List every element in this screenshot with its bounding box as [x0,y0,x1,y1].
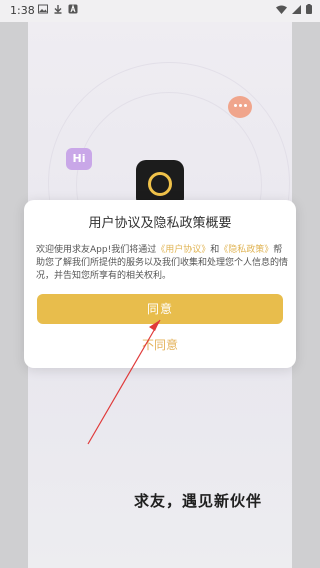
signal-icon [292,4,301,14]
status-icons-left [38,4,78,14]
logo-face-icon [148,172,172,196]
a-icon [68,4,78,14]
dialog-text: 欢迎使用求友App!我们将通过《用户协议》和《隐私政策》帮助您了解我们所提供的服… [36,244,288,283]
privacy-policy-link[interactable]: 《隐私政策》 [219,245,273,255]
wifi-icon [276,5,287,14]
privacy-dialog: 用户协议及隐私政策概要 欢迎使用求友App!我们将通过《用户协议》和《隐私政策》… [24,200,296,368]
chat-bubble-icon [228,96,252,118]
status-time: 1:38 [10,4,35,17]
download-icon [54,5,62,14]
dialog-text-and: 和 [210,245,220,255]
battery-icon [306,4,312,14]
status-bar: 1:38 [0,0,320,22]
slogan: 求友，遇见新伙伴 [134,492,263,510]
hi-bubble-icon: Hi [66,148,92,170]
disagree-button[interactable]: 不同意 [24,336,296,353]
image-icon [38,4,48,14]
user-agreement-link[interactable]: 《用户协议》 [156,245,210,255]
dialog-title: 用户协议及隐私政策概要 [88,216,232,231]
agree-button[interactable]: 同意 [37,294,283,324]
status-icons-right [276,4,312,14]
dialog-text-prefix: 欢迎使用求友App!我们将通过 [36,245,157,255]
